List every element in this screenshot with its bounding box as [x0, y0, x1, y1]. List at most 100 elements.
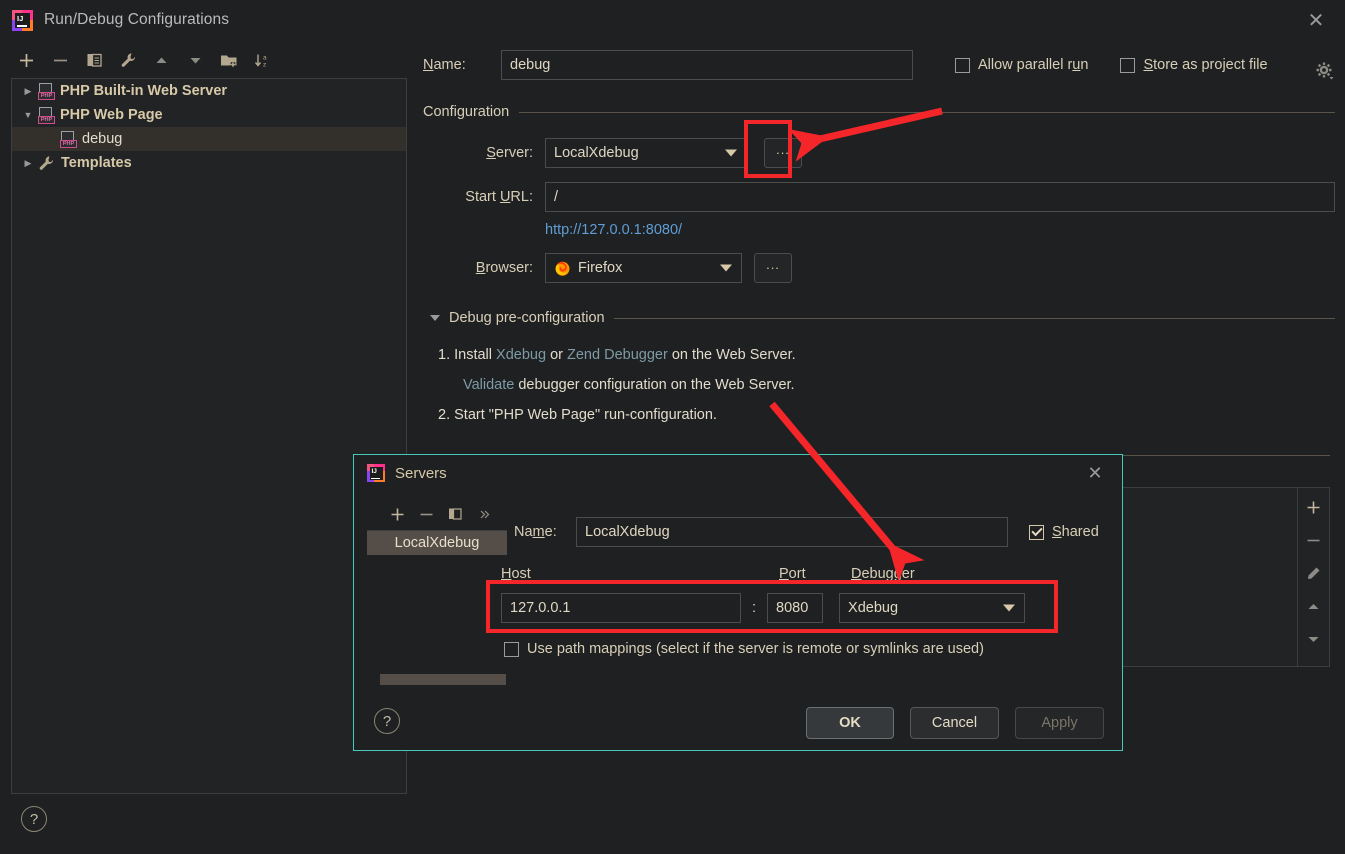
copy-icon[interactable] [78, 45, 112, 75]
chevron-down-icon[interactable]: ▼ [18, 110, 38, 120]
help-button[interactable]: ? [21, 806, 47, 832]
php-server-icon: PHP [38, 82, 55, 100]
chevron-down-icon[interactable] [430, 315, 440, 321]
step-2-text: Start "PHP Web Page" run-configuration. [454, 407, 717, 423]
step-2: 2. Start "PHP Web Page" run-configuratio… [438, 400, 796, 430]
debug-preconfiguration-header[interactable]: Debug pre-configuration [430, 310, 1335, 326]
servers-dialog-title: Servers [395, 464, 447, 482]
tree-item-debug[interactable]: PHP debug [12, 127, 406, 151]
cancel-button[interactable]: Cancel [910, 707, 999, 739]
use-path-mappings-checkbox[interactable]: Use path mappings (select if the server … [504, 641, 984, 657]
server-name-row: Name: Shared [514, 516, 1112, 548]
window-title: Run/Debug Configurations [44, 11, 230, 28]
minus-icon[interactable] [44, 45, 78, 75]
start-url-row: Start URL: [423, 182, 1335, 212]
store-as-project-file-label: Store as project file [1143, 57, 1268, 73]
arrow-up-icon[interactable] [1302, 595, 1326, 617]
close-icon[interactable]: ✕ [1083, 461, 1107, 485]
browser-browse-button[interactable]: ... [754, 253, 792, 283]
horizontal-scrollbar[interactable] [380, 674, 506, 685]
pencil-icon[interactable] [1302, 562, 1326, 584]
validate-link[interactable]: Validate [463, 377, 514, 393]
firefox-icon [554, 260, 571, 277]
tree-item-templates[interactable]: ▶ Templates [12, 151, 406, 175]
server-combobox[interactable]: LocalXdebug [545, 138, 747, 168]
servers-dialog: IJ Servers ✕ LocalXdebug Name: LocalXdeb… [353, 454, 1123, 751]
arrow-up-icon[interactable] [145, 45, 179, 75]
name-label: Name: [423, 57, 466, 73]
wrench-icon [38, 155, 55, 172]
chevrons-right-icon[interactable] [472, 502, 496, 526]
server-combobox-value: LocalXdebug [554, 145, 639, 161]
servers-list: LocalXdebug [367, 530, 507, 700]
debug-preconfiguration-label: Debug pre-configuration [449, 310, 605, 326]
folder-add-icon[interactable] [213, 45, 247, 75]
shared-checkbox[interactable]: Shared [1029, 524, 1099, 540]
servers-dialog-titlebar: IJ Servers ✕ [354, 455, 1122, 491]
host-input[interactable] [501, 593, 741, 623]
arrow-down-icon[interactable] [179, 45, 213, 75]
wrench-icon[interactable] [111, 45, 145, 75]
checkbox-box [1029, 524, 1044, 540]
use-path-mappings-label: Use path mappings (select if the server … [527, 641, 984, 657]
copy-icon[interactable] [443, 502, 467, 526]
port-input[interactable] [767, 593, 824, 623]
tree-item-label: PHP Built-in Web Server [60, 83, 228, 99]
minus-icon[interactable] [1302, 529, 1326, 551]
intellij-logo-icon: IJ [12, 9, 33, 31]
chevron-right-icon[interactable]: ▶ [18, 86, 38, 97]
group-divider [519, 111, 1335, 113]
checkbox-box [1120, 57, 1136, 73]
group-divider [613, 317, 1335, 319]
store-as-project-file-checkbox[interactable]: Store as project file [1120, 57, 1268, 73]
servers-dialog-footer: ? OK Cancel Apply [354, 694, 1122, 750]
browser-combobox[interactable]: Firefox [545, 253, 742, 283]
host-port-debugger-row: : Xdebug [501, 593, 1026, 623]
apply-button[interactable]: Apply [1015, 707, 1104, 739]
php-web-icon: PHP [60, 130, 77, 148]
arrow-down-icon[interactable] [1302, 628, 1326, 650]
before-launch-toolbar [1297, 488, 1329, 666]
step-1-install: Install [454, 347, 493, 363]
close-icon[interactable]: ✕ [1303, 8, 1329, 34]
configurations-toolbar: a z [10, 44, 280, 76]
minus-icon[interactable] [414, 502, 438, 526]
debugger-label: Debugger [851, 566, 915, 582]
svg-text:z: z [263, 61, 266, 68]
php-web-icon: PHP [38, 106, 55, 124]
tree-item-php-web-page[interactable]: ▼ PHP PHP Web Page [12, 103, 406, 127]
step-2-number: 2. [438, 407, 451, 423]
chevron-down-icon [720, 264, 732, 272]
plus-icon[interactable] [1302, 496, 1326, 518]
server-label: Server: [486, 145, 533, 161]
url-preview-link[interactable]: http://127.0.0.1:8080/ [545, 222, 682, 238]
debug-preconfiguration-steps: 1. Install Xdebug or Zend Debugger on th… [438, 340, 796, 430]
chevron-right-icon[interactable]: ▶ [18, 158, 38, 169]
port-label: Port [779, 566, 806, 582]
allow-parallel-run-checkbox[interactable]: Allow parallel run [955, 57, 1088, 73]
plus-icon[interactable] [385, 502, 409, 526]
start-url-input[interactable] [545, 182, 1335, 212]
svg-text:a: a [263, 54, 267, 61]
server-browse-button[interactable]: ... [764, 138, 802, 168]
tree-item-php-builtin-web-server[interactable]: ▶ PHP PHP Built-in Web Server [12, 79, 406, 103]
server-name-input[interactable] [576, 517, 1008, 547]
sort-az-icon[interactable]: a z [246, 45, 280, 75]
name-input[interactable] [501, 50, 913, 80]
zend-debugger-link[interactable]: Zend Debugger [567, 347, 668, 363]
ok-button[interactable]: OK [806, 707, 894, 739]
tree-item-label: Templates [61, 155, 132, 171]
step-1-or: or [550, 347, 563, 363]
name-row: Name: Allow parallel run Store as projec… [423, 49, 1335, 81]
checkbox-box [504, 641, 519, 657]
help-button[interactable]: ? [374, 708, 400, 734]
tree-item-label: debug [82, 131, 123, 147]
plus-icon[interactable] [10, 45, 44, 75]
list-item[interactable]: LocalXdebug [367, 531, 507, 555]
xdebug-link[interactable]: Xdebug [496, 347, 546, 363]
debugger-combobox-value: Xdebug [848, 600, 899, 616]
browser-browse-label: ... [766, 257, 780, 272]
server-details-panel: Name: Shared [514, 500, 1112, 548]
gear-icon[interactable] [1315, 61, 1335, 81]
debugger-combobox[interactable]: Xdebug [839, 593, 1026, 623]
